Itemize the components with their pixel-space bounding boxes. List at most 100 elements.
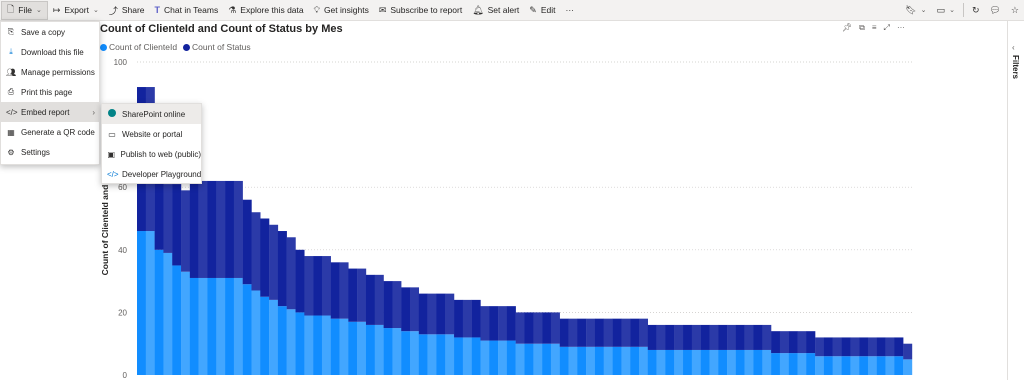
bar-status bbox=[198, 180, 208, 278]
bar-clienteid bbox=[779, 353, 789, 375]
bar-status bbox=[841, 337, 851, 357]
bar-clienteid bbox=[357, 321, 367, 375]
filter-icon[interactable]: ≡ bbox=[872, 23, 877, 33]
menu-item-label: Generate a QR code bbox=[21, 127, 95, 137]
bar-status bbox=[383, 281, 393, 329]
bar-status bbox=[718, 324, 728, 350]
bar-clienteid bbox=[260, 296, 270, 375]
bar-status bbox=[876, 337, 886, 357]
bar-clienteid bbox=[797, 353, 807, 375]
bar-clienteid bbox=[586, 346, 596, 375]
bar-clienteid bbox=[401, 331, 411, 375]
bar-status bbox=[471, 299, 481, 338]
bar-status bbox=[489, 306, 499, 341]
chevron-left-icon[interactable]: ‹ bbox=[1012, 43, 1015, 52]
menu-item-download[interactable]: ⤓ Download this file bbox=[1, 42, 99, 62]
bar-clienteid bbox=[145, 231, 155, 375]
bar-clienteid bbox=[506, 340, 516, 375]
menu-item-label: Publish to web (public) bbox=[120, 149, 201, 159]
menu-item-qr-code[interactable]: ▦ Generate a QR code bbox=[1, 122, 99, 142]
bar-status bbox=[374, 274, 384, 325]
menu-item-save-copy[interactable]: ⎘ Save a copy bbox=[1, 22, 99, 42]
bar-status bbox=[577, 318, 587, 347]
qr-code-icon: ▦ bbox=[7, 127, 15, 137]
bar-clienteid bbox=[744, 349, 754, 375]
bar-clienteid bbox=[885, 356, 895, 375]
bar-status bbox=[612, 318, 622, 347]
bar-clienteid bbox=[304, 315, 314, 375]
bar-clienteid bbox=[735, 349, 745, 375]
menu-item-label: SharePoint online bbox=[122, 109, 186, 119]
embed-icon: </> bbox=[6, 107, 18, 117]
bar-status bbox=[392, 281, 402, 329]
bar-status bbox=[823, 337, 833, 357]
menu-item-sharepoint[interactable]: SharePoint online bbox=[102, 104, 201, 124]
focus-mode-icon[interactable]: ⤢ bbox=[884, 23, 890, 33]
bar-clienteid bbox=[277, 306, 287, 375]
legend-item-status[interactable]: Count of Status bbox=[183, 42, 251, 52]
y-tick-label: 100 bbox=[114, 58, 128, 67]
legend-item-clienteid[interactable]: Count of ClienteId bbox=[100, 42, 177, 52]
menu-item-embed-report[interactable]: </> Embed report › bbox=[1, 102, 99, 122]
chart-legend: Count of ClienteId Count of Status bbox=[100, 42, 251, 52]
favorite-button[interactable]: ☆ bbox=[1006, 0, 1024, 21]
bar-clienteid bbox=[189, 277, 199, 375]
bar-clienteid bbox=[815, 356, 825, 375]
bar-clienteid bbox=[876, 356, 886, 375]
copy-icon[interactable]: ⧉ bbox=[859, 23, 865, 33]
bar-status bbox=[498, 306, 508, 341]
bar-status bbox=[401, 287, 411, 332]
menu-item-print[interactable]: ⎙ Print this page bbox=[1, 82, 99, 102]
bar-clienteid bbox=[850, 356, 860, 375]
bar-status bbox=[903, 343, 913, 360]
bar-status bbox=[568, 318, 578, 347]
bar-clienteid bbox=[198, 277, 208, 375]
bar-status bbox=[691, 324, 701, 350]
bar-clienteid bbox=[269, 299, 279, 375]
menu-item-settings[interactable]: ⚙ Settings bbox=[1, 142, 99, 162]
download-icon: ⤓ bbox=[9, 47, 13, 56]
bar-status bbox=[339, 262, 349, 319]
publish-web-icon: ▣ bbox=[107, 149, 116, 159]
bar-clienteid bbox=[436, 334, 446, 375]
bar-clienteid bbox=[286, 309, 296, 375]
bar-clienteid bbox=[471, 337, 481, 375]
bar-clienteid bbox=[533, 343, 543, 375]
bar-status bbox=[480, 306, 490, 341]
filters-pane[interactable]: ‹ Filters bbox=[1007, 21, 1024, 380]
bar-status bbox=[709, 324, 719, 350]
bar-status bbox=[867, 337, 877, 357]
menu-item-publish-web[interactable]: ▣ Publish to web (public) bbox=[102, 144, 201, 164]
bar-clienteid bbox=[647, 349, 657, 375]
bar-status bbox=[638, 318, 648, 347]
file-menu: ⎘ Save a copy ⤓ Download this file 👥︎ Ma… bbox=[0, 21, 100, 165]
bar-status bbox=[225, 180, 235, 278]
bar-clienteid bbox=[709, 349, 719, 375]
bar-clienteid bbox=[806, 353, 816, 375]
bar-status bbox=[647, 324, 657, 350]
bar-status bbox=[665, 324, 675, 350]
bar-status bbox=[735, 324, 745, 350]
embed-submenu: SharePoint online ▭ Website or portal ▣ … bbox=[101, 103, 202, 184]
bar-status bbox=[172, 184, 182, 266]
filters-label: Filters bbox=[1011, 55, 1020, 80]
bar-clienteid bbox=[630, 346, 640, 375]
menu-item-manage-permissions[interactable]: 👥︎ Manage permissions bbox=[1, 62, 99, 82]
bar-status bbox=[233, 180, 243, 278]
more-options-icon[interactable]: ··· bbox=[897, 23, 905, 33]
bar-status bbox=[462, 299, 472, 338]
menu-item-website-portal[interactable]: ▭ Website or portal bbox=[102, 124, 201, 144]
bar-status bbox=[269, 224, 279, 300]
bar-clienteid bbox=[225, 277, 235, 375]
settings-icon: ⚙ bbox=[7, 147, 15, 157]
bar-status bbox=[894, 337, 904, 357]
menu-item-developer-playground[interactable]: </> Developer Playground bbox=[102, 164, 201, 184]
bar-clienteid bbox=[348, 321, 358, 375]
bar-status bbox=[788, 331, 798, 354]
bar-clienteid bbox=[242, 284, 252, 375]
pin-icon[interactable]: 📌︎ bbox=[842, 23, 852, 33]
developer-icon: </> bbox=[107, 169, 119, 179]
bar-clienteid bbox=[823, 356, 833, 375]
menu-item-label: Embed report bbox=[21, 107, 70, 117]
bar-clienteid bbox=[621, 346, 631, 375]
